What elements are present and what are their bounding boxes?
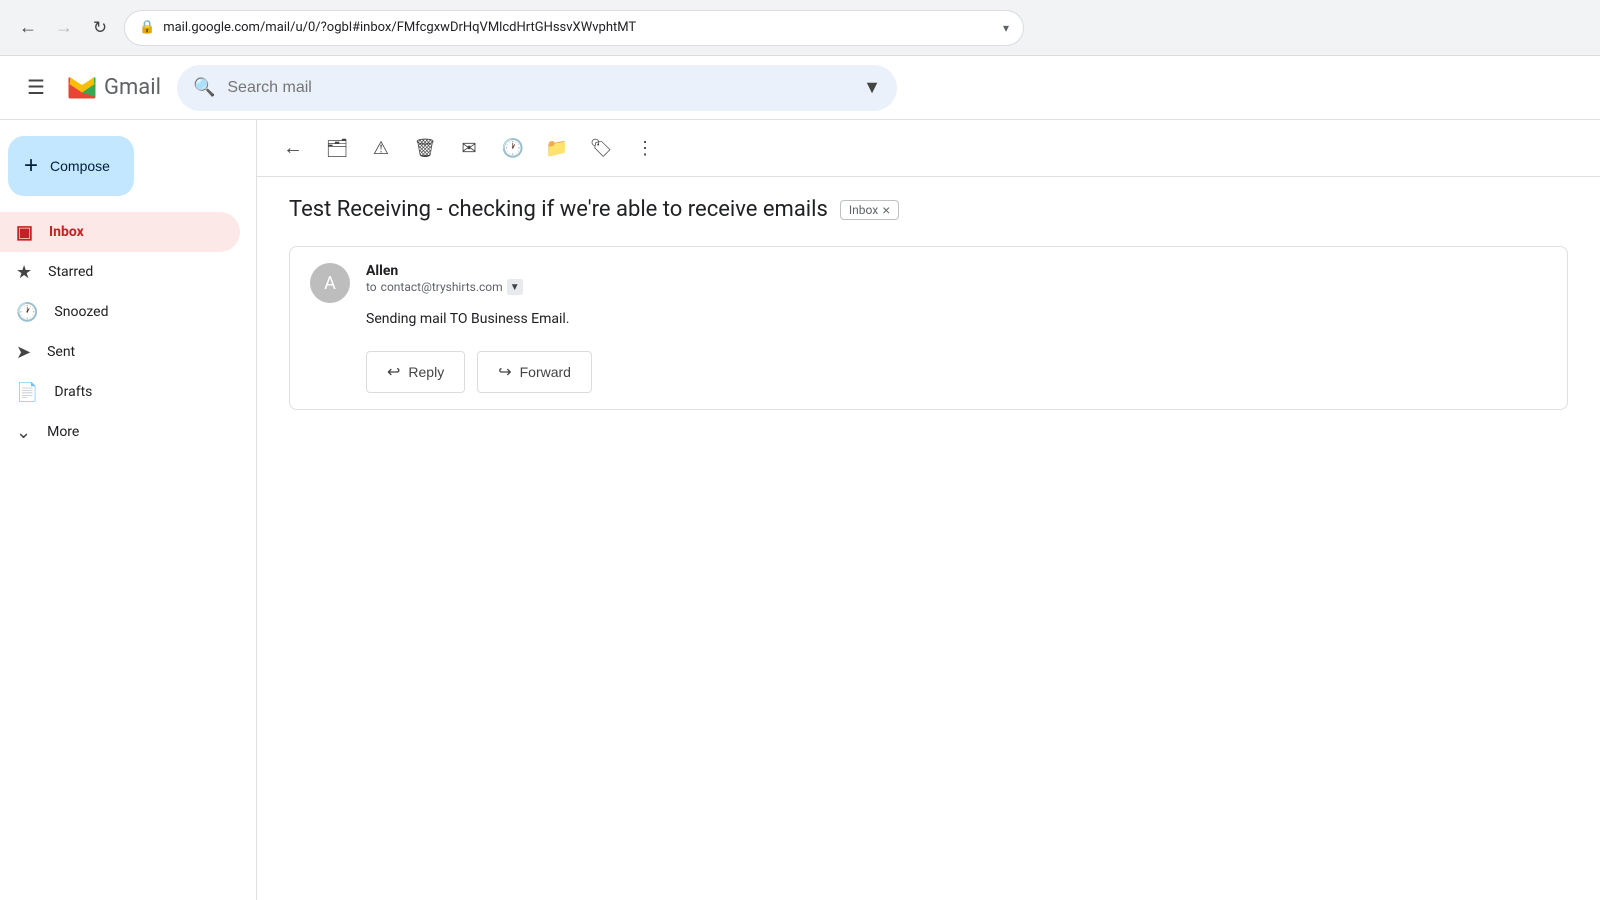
email-thread: Test Receiving - checking if we're able … [257,177,1600,446]
sidebar: + Compose ▣ Inbox ★ Starred 🕐 Snoozed ➤ … [0,120,256,900]
email-action-buttons: ↩ Reply ↪ Forward [366,351,1547,393]
email-area: ← 🗂 ⚠ 🗑 ✉ 🕐 📁 [256,120,1600,900]
sender-avatar: A [310,263,350,303]
sidebar-item-inbox[interactable]: ▣ Inbox [0,212,240,252]
reply-icon: ↩ [387,362,400,382]
sidebar-item-starred[interactable]: ★ Starred [0,252,240,292]
gmail-m-icon [64,70,100,106]
compose-label: Compose [50,158,110,174]
email-subject-row: Test Receiving - checking if we're able … [289,197,1568,222]
email-subject: Test Receiving - checking if we're able … [289,197,828,222]
avatar-initial: A [324,273,336,294]
address-bar[interactable]: 🔒 mail.google.com/mail/u/0/?ogbl#inbox/F… [124,10,1024,46]
snooze-button[interactable]: 🕐 [493,128,533,168]
more-toolbar-icon: ⋮ [636,138,654,159]
search-bar[interactable]: 🔍 ▼ [177,65,897,111]
hamburger-icon: ☰ [27,75,45,100]
sidebar-item-label-drafts: Drafts [54,384,92,400]
to-address: contact@tryshirts.com [381,280,503,294]
email-to-row: to contact@tryshirts.com ▼ [366,279,1547,295]
lock-icon: 🔒 [139,20,155,35]
sidebar-item-sent[interactable]: ➤ Sent [0,332,240,372]
search-input[interactable] [227,79,851,97]
more-toolbar-button[interactable]: ⋮ [625,128,665,168]
sent-icon: ➤ [16,342,31,363]
reply-label: Reply [408,364,444,380]
delete-icon: 🗑 [414,138,437,159]
search-icon-button[interactable]: 🔍 [193,77,215,98]
app-container: ☰ Gmail 🔍 ▼ [0,56,1600,900]
snooze-icon: 🕐 [502,138,524,159]
hamburger-menu-button[interactable]: ☰ [16,68,56,108]
email-header: A Allen to contact@tryshirts.com ▼ [310,263,1547,303]
sidebar-item-more[interactable]: ⌄ More [0,412,240,452]
delete-button[interactable]: 🗑 [405,128,445,168]
report-spam-button[interactable]: ⚠ [361,128,401,168]
sidebar-item-label-inbox: Inbox [49,224,84,240]
forward-button[interactable]: → [48,12,80,44]
sidebar-item-label-starred: Starred [48,264,93,280]
remove-inbox-badge-button[interactable]: × [882,203,890,217]
browser-nav-buttons: ← → ↻ [12,12,116,44]
snoozed-icon: 🕐 [16,302,38,323]
recipient-details-dropdown[interactable]: ▼ [507,279,523,295]
back-button[interactable]: ← [12,12,44,44]
move-to-button[interactable]: 📁 [537,128,577,168]
forward-icon: → [55,17,73,38]
gmail-logo-text: Gmail [104,75,161,100]
report-spam-icon: ⚠ [373,138,389,159]
compose-plus-icon: + [24,152,38,180]
label-button[interactable]: 🏷 [581,128,621,168]
email-meta: Allen to contact@tryshirts.com ▼ [366,263,1547,295]
email-sender-name: Allen [366,263,1547,279]
label-icon: 🏷 [590,138,613,159]
address-bar-dropdown[interactable]: ▾ [1003,21,1009,35]
archive-icon: 🗂 [326,138,349,159]
drafts-icon: 📄 [16,382,38,403]
sidebar-item-label-sent: Sent [47,344,75,360]
to-label: to [366,280,377,294]
more-icon: ⌄ [16,422,31,443]
gmail-header: ☰ Gmail 🔍 ▼ [0,56,1600,120]
url-text: mail.google.com/mail/u/0/?ogbl#inbox/FMf… [163,20,995,35]
search-options-button[interactable]: ▼ [863,77,881,98]
forward-label: Forward [520,364,571,380]
inbox-icon: ▣ [16,222,33,243]
search-icon: 🔍 [193,77,215,98]
sidebar-item-snoozed[interactable]: 🕐 Snoozed [0,292,240,332]
back-to-inbox-button[interactable]: ← [273,128,313,168]
compose-button[interactable]: + Compose [8,136,134,196]
mark-unread-icon: ✉ [461,138,476,159]
forward-button[interactable]: ↪ Forward [477,351,592,393]
gmail-logo: Gmail [64,70,161,106]
back-arrow-icon: ← [283,137,303,160]
sidebar-item-drafts[interactable]: 📄 Drafts [0,372,240,412]
email-message: A Allen to contact@tryshirts.com ▼ Sendi… [289,246,1568,410]
inbox-badge: Inbox × [840,200,900,220]
star-icon: ★ [16,262,32,283]
browser-chrome: ← → ↻ 🔒 mail.google.com/mail/u/0/?ogbl#i… [0,0,1600,56]
search-options-icon: ▼ [863,77,881,98]
mark-unread-button[interactable]: ✉ [449,128,489,168]
back-icon: ← [19,17,37,38]
archive-button[interactable]: 🗂 [317,128,357,168]
inbox-badge-text: Inbox [849,203,878,217]
forward-icon: ↪ [498,362,511,382]
sidebar-item-label-more: More [47,424,79,440]
reply-button[interactable]: ↩ Reply [366,351,465,393]
email-body: Sending mail TO Business Email. [366,311,1547,327]
sidebar-item-label-snoozed: Snoozed [54,304,108,320]
email-toolbar: ← 🗂 ⚠ 🗑 ✉ 🕐 📁 [257,120,1600,177]
reload-icon: ↻ [93,18,107,38]
move-icon: 📁 [546,138,568,159]
reload-button[interactable]: ↻ [84,12,116,44]
main-area: + Compose ▣ Inbox ★ Starred 🕐 Snoozed ➤ … [0,120,1600,900]
